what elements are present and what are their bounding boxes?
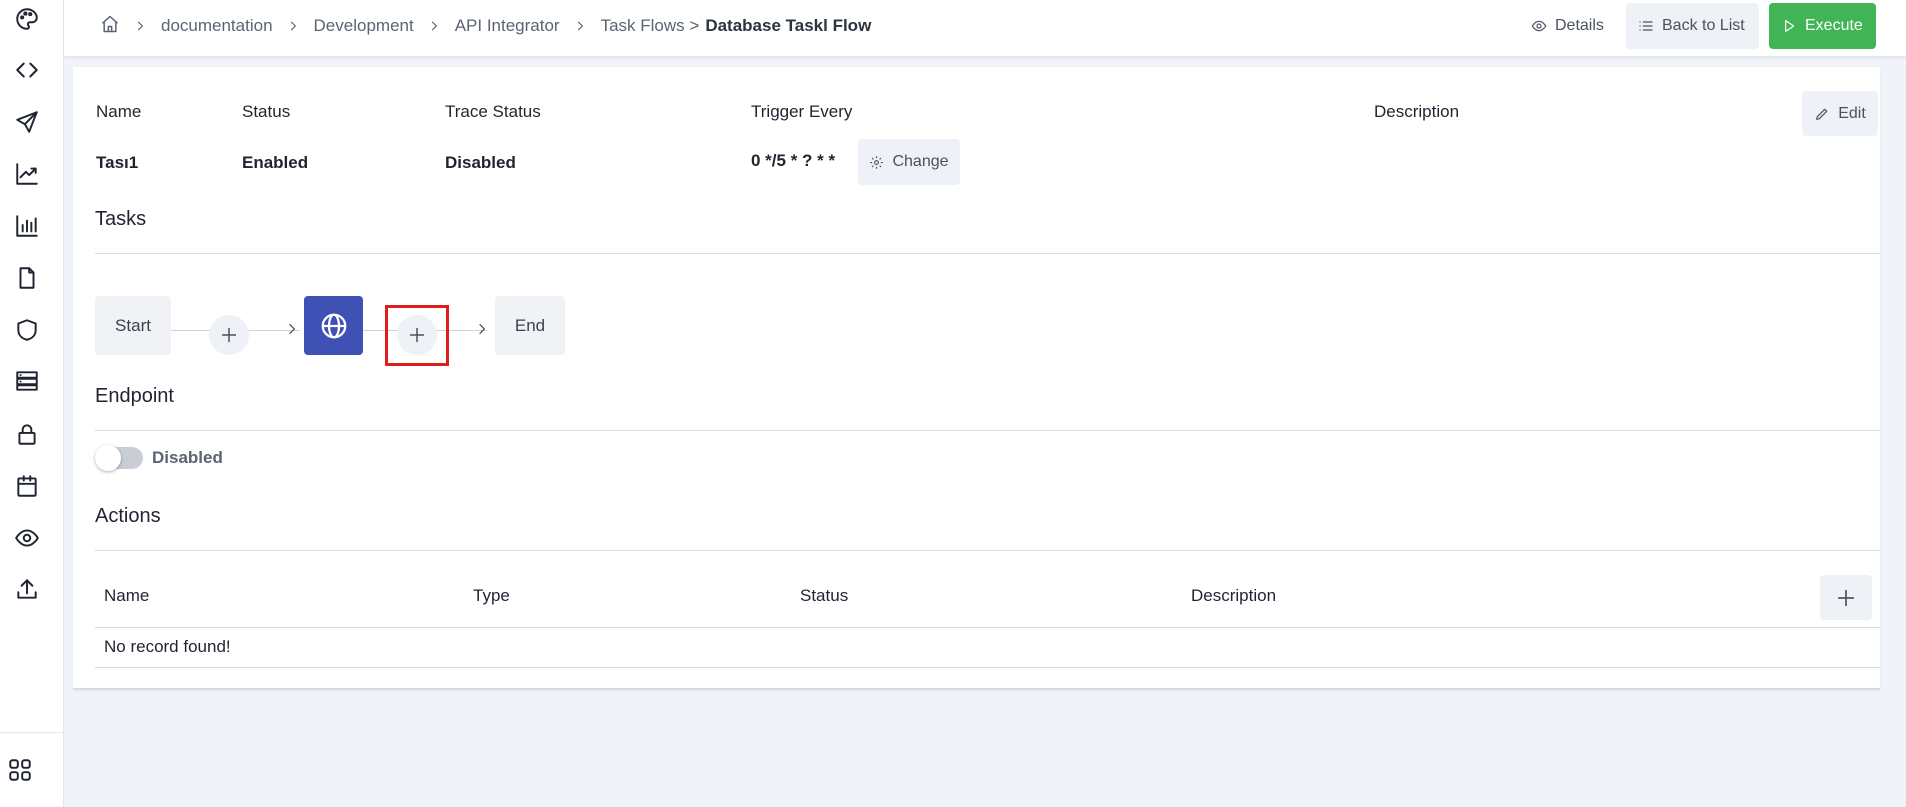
- breadcrumb-item-api-integrator[interactable]: API Integrator: [455, 16, 560, 36]
- code-icon[interactable]: [13, 56, 41, 84]
- execute-button[interactable]: Execute: [1769, 3, 1876, 49]
- chevron-right-icon: [285, 322, 299, 336]
- edit-button[interactable]: Edit: [1802, 91, 1878, 136]
- eye-icon[interactable]: [13, 524, 41, 552]
- description-label: Description: [1374, 102, 1460, 121]
- apps-grid-icon[interactable]: [6, 756, 34, 784]
- breadcrumb: documentation Development API Integrator…: [100, 0, 871, 52]
- chevron-right-icon: [133, 19, 147, 33]
- chevron-right-icon: [427, 19, 441, 33]
- status-value: Enabled: [242, 153, 309, 172]
- chevron-right-icon: [286, 19, 300, 33]
- http-task-node[interactable]: [304, 296, 363, 355]
- endpoint-toggle-label: Disabled: [152, 448, 223, 467]
- back-to-list-button[interactable]: Back to List: [1626, 3, 1759, 49]
- execute-label: Execute: [1805, 17, 1863, 34]
- trigger-every-value: 0 */5 * ? * *: [751, 151, 836, 170]
- breadcrumb-item-task-flows[interactable]: Task Flows >: [601, 16, 700, 36]
- sidebar-divider: [0, 732, 64, 733]
- send-icon[interactable]: [13, 108, 41, 136]
- name-value: Tası1: [96, 153, 139, 172]
- flow-end-node: End: [495, 296, 565, 355]
- tasks-divider: [95, 253, 1880, 254]
- column-header-status: Status: [800, 586, 849, 605]
- trace-status-value: Disabled: [445, 153, 516, 172]
- plus-icon: [1838, 589, 1854, 606]
- endpoint-title: Endpoint: [95, 385, 174, 407]
- details-label: Details: [1555, 17, 1604, 34]
- plus-icon: [222, 328, 236, 342]
- line-chart-icon[interactable]: [13, 160, 41, 188]
- toggle-knob: [95, 445, 121, 471]
- back-to-list-label: Back to List: [1662, 17, 1745, 34]
- file-icon[interactable]: [13, 264, 41, 292]
- column-header-type: Type: [473, 586, 510, 605]
- list-icon: [1639, 21, 1653, 31]
- actions-divider: [95, 550, 1880, 551]
- add-action-button[interactable]: [1820, 575, 1872, 620]
- change-label: Change: [892, 153, 949, 170]
- chevron-right-icon: [573, 19, 587, 33]
- edit-label: Edit: [1838, 104, 1866, 122]
- pencil-icon: [1816, 108, 1828, 120]
- change-trigger-button[interactable]: Change: [858, 139, 960, 185]
- trigger-every-label: Trigger Every: [751, 102, 853, 121]
- top-bar: documentation Development API Integrator…: [64, 0, 1906, 57]
- empty-table-message: No record found!: [104, 637, 231, 656]
- calendar-icon[interactable]: [13, 472, 41, 500]
- play-icon: [1785, 20, 1795, 32]
- server-icon[interactable]: [13, 367, 41, 395]
- sidebar: [0, 0, 64, 807]
- column-header-description: Description: [1191, 586, 1277, 605]
- breadcrumb-item-documentation[interactable]: documentation: [161, 16, 273, 36]
- lock-icon[interactable]: [13, 420, 41, 448]
- flow-start-node: Start: [95, 296, 171, 355]
- breadcrumb-current: Database Taskl Flow: [705, 16, 872, 35]
- name-label: Name: [96, 102, 142, 121]
- tasks-title: Tasks: [95, 208, 147, 230]
- eye-icon: [1531, 20, 1547, 32]
- breadcrumb-item-development[interactable]: Development: [314, 16, 414, 36]
- chevron-right-icon: [475, 322, 489, 336]
- upload-icon[interactable]: [13, 575, 41, 603]
- bar-chart-icon[interactable]: [13, 212, 41, 240]
- column-header-name: Name: [104, 586, 150, 605]
- table-header-divider: [95, 627, 1880, 628]
- end-label: End: [514, 315, 546, 335]
- flow-detail-card: Name Tası1 Status Enabled Trace Status D…: [73, 67, 1880, 690]
- details-button[interactable]: Details: [1519, 3, 1616, 49]
- table-bottom-divider: [95, 667, 1880, 668]
- globe-icon: [321, 313, 346, 338]
- add-task-button[interactable]: [209, 315, 249, 355]
- palette-icon[interactable]: [13, 5, 41, 33]
- trace-status-label: Trace Status: [445, 102, 541, 121]
- endpoint-toggle[interactable]: [95, 445, 143, 471]
- gear-icon: [870, 155, 884, 169]
- shield-icon[interactable]: [13, 316, 41, 344]
- endpoint-divider: [95, 430, 1880, 431]
- highlight-box: [385, 305, 449, 366]
- status-label: Status: [242, 102, 291, 121]
- start-label: Start: [115, 315, 151, 335]
- home-icon[interactable]: [100, 14, 120, 39]
- actions-title: Actions: [95, 505, 161, 527]
